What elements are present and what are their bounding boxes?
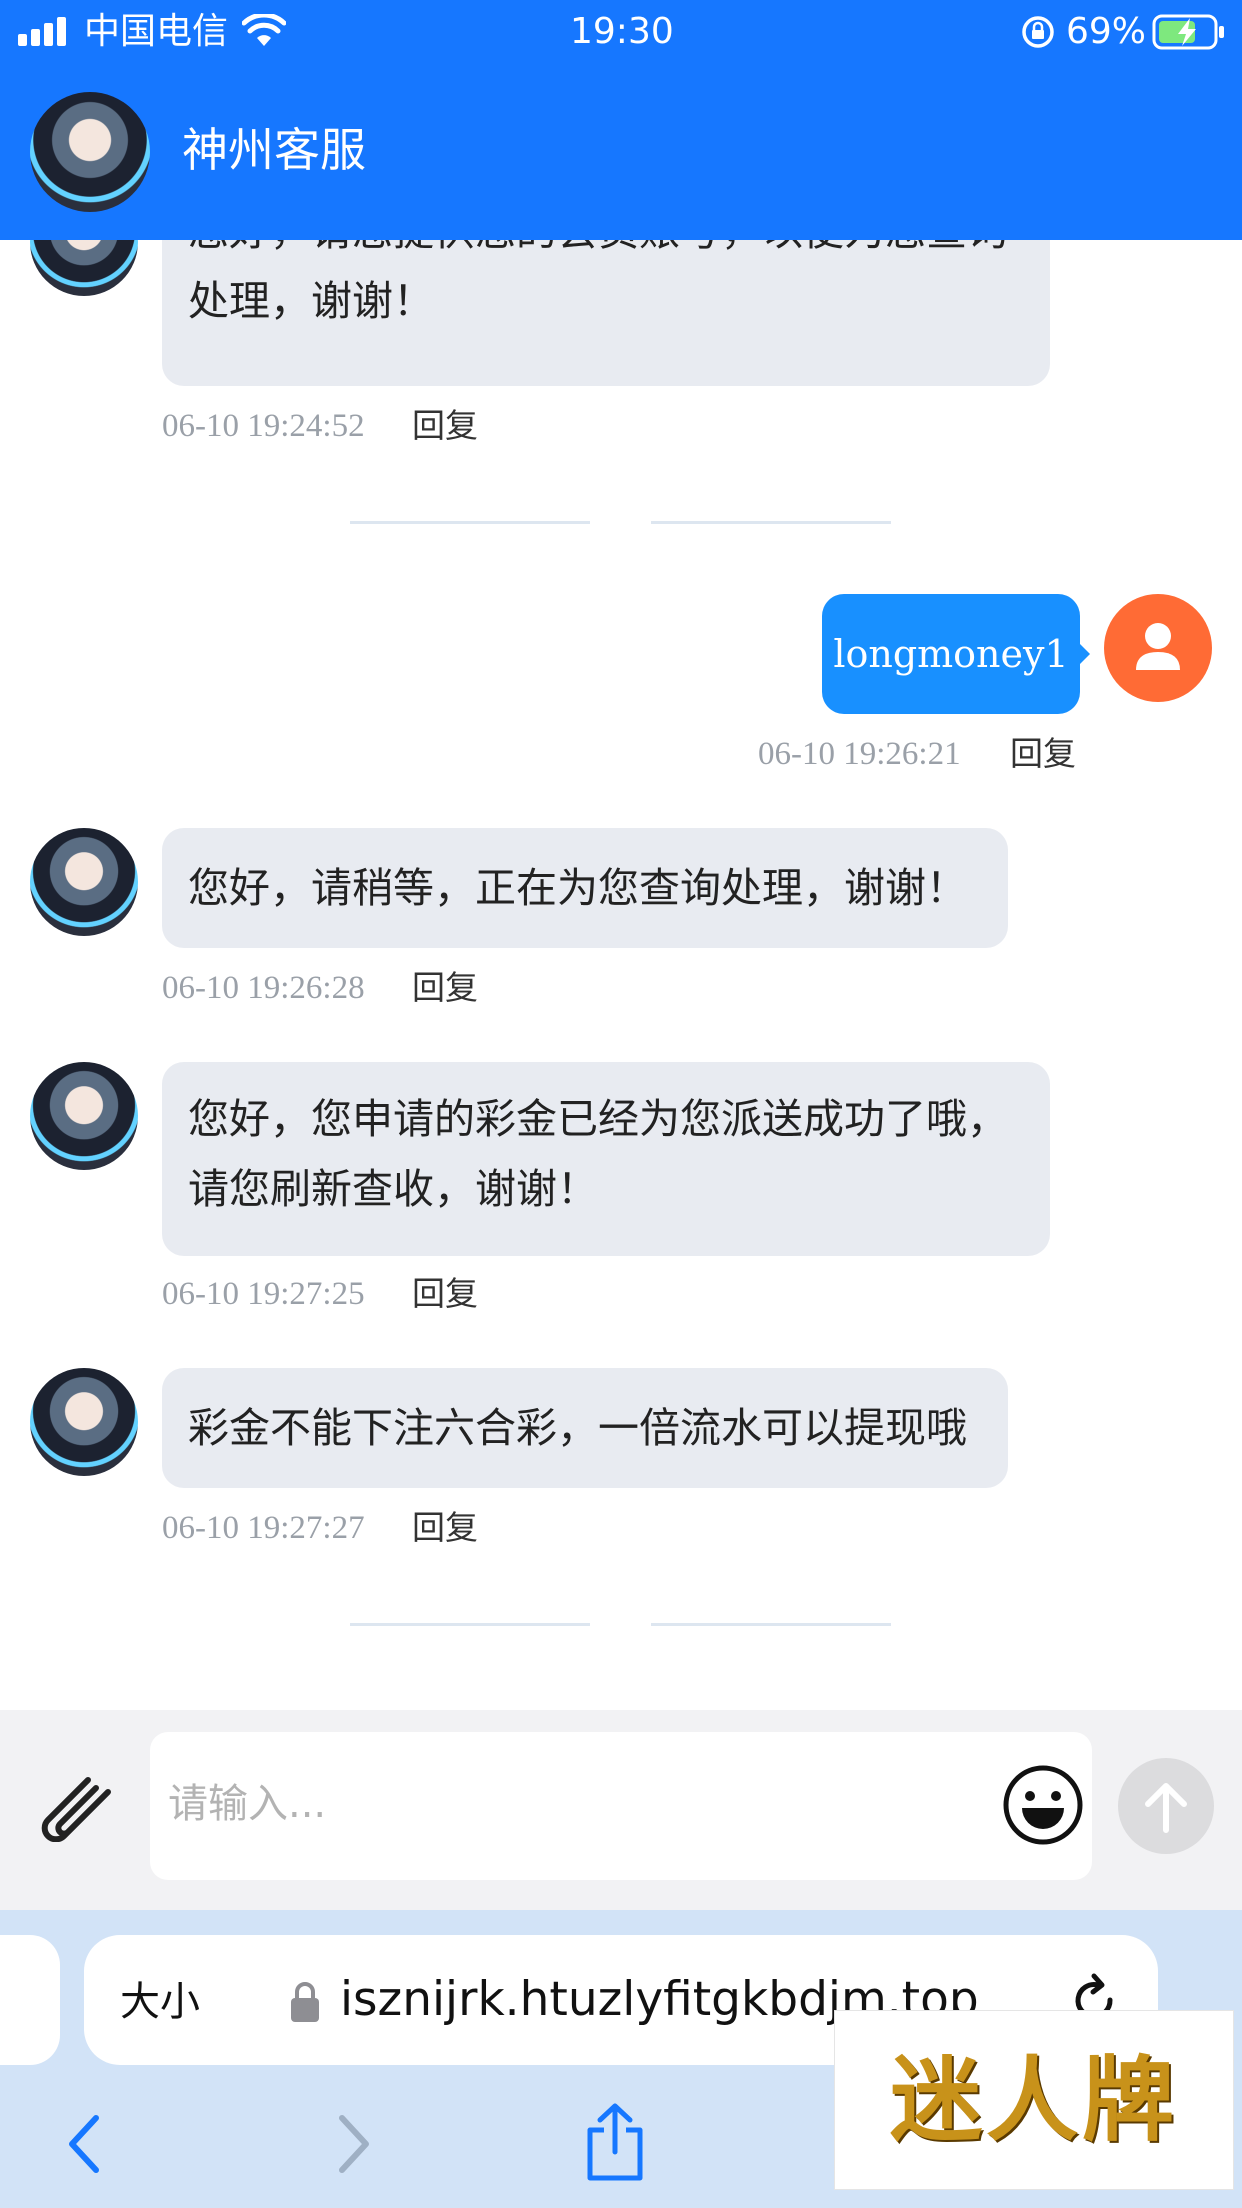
message-line: 您好，请稍等，正在为您查询处理，谢谢！ [188, 864, 967, 912]
agent-avatar [30, 828, 138, 936]
forward-icon[interactable] [332, 2112, 376, 2176]
message-timestamp: 06-10 19:26:28 [162, 970, 365, 1006]
message-line: 处理，谢谢！ [188, 277, 434, 325]
message-timestamp: 06-10 19:27:25 [162, 1276, 365, 1312]
divider [651, 521, 891, 524]
clock: 19:30 [570, 11, 674, 52]
reply-button[interactable]: 回复 [412, 1272, 478, 1316]
wifi-icon [242, 14, 286, 46]
battery-charging-icon [1152, 14, 1224, 50]
divider [651, 1623, 891, 1626]
message-timestamp: 06-10 19:24:52 [162, 408, 365, 444]
user-message-bubble: longmoney1 [822, 594, 1080, 714]
lock-icon [291, 1982, 319, 2022]
back-icon[interactable] [62, 2112, 106, 2176]
message-line: 彩金不能下注六合彩，一倍流水可以提现哦 [188, 1404, 967, 1452]
divider [350, 521, 590, 524]
message-input-placeholder: 请输入... [168, 1781, 327, 1827]
message-timestamp: 06-10 19:26:21 [758, 736, 961, 772]
chat-header: 神州客服 [0, 64, 1242, 240]
chat-area: 您好，请您提供您的会员账号，以便为您查询 处理，谢谢！ 06-10 19:24:… [0, 176, 1242, 1710]
signal-icon [18, 0, 68, 64]
battery-percent: 69% [1066, 11, 1147, 52]
bubble-tail [1078, 642, 1090, 666]
brand-watermark: 迷人牌 [834, 2010, 1234, 2190]
agent-avatar [30, 1368, 138, 1476]
agent-message-bubble: 您好，请稍等，正在为您查询处理，谢谢！ [162, 828, 1008, 948]
divider [350, 1623, 590, 1626]
attachment-icon[interactable] [34, 1770, 116, 1842]
reply-button[interactable]: 回复 [412, 404, 478, 448]
brand-logo-text: 迷人牌 [889, 2046, 1178, 2154]
agent-message-bubble: 彩金不能下注六合彩，一倍流水可以提现哦 [162, 1368, 1008, 1488]
message-line: 您好，您申请的彩金已经为您派送成功了哦， [188, 1095, 1008, 1143]
reply-button[interactable]: 回复 [1010, 732, 1076, 776]
message-text: longmoney1 [833, 632, 1069, 676]
agent-avatar [30, 1062, 138, 1170]
send-button[interactable] [1118, 1758, 1214, 1854]
reply-button[interactable]: 回复 [412, 966, 478, 1010]
orientation-lock-icon [1022, 16, 1054, 48]
user-icon [1136, 623, 1180, 670]
arrow-up-icon [1145, 1783, 1187, 1833]
carrier-label: 中国电信 [84, 11, 229, 52]
reply-button[interactable]: 回复 [412, 1506, 478, 1550]
message-line: 请您刷新查收，谢谢！ [188, 1165, 598, 1213]
emoji-icon[interactable] [1002, 1764, 1084, 1846]
text-size-button[interactable]: 大小 [120, 1972, 200, 2032]
agent-avatar [30, 92, 150, 212]
previous-tab[interactable] [0, 1935, 60, 2065]
status-bar: 中国电信 19:30 69% [0, 0, 1242, 64]
agent-message-bubble: 您好，您申请的彩金已经为您派送成功了哦， 请您刷新查收，谢谢！ [162, 1062, 1050, 1256]
message-timestamp: 06-10 19:27:27 [162, 1510, 365, 1546]
user-avatar [1104, 594, 1212, 702]
share-icon[interactable] [580, 2100, 650, 2184]
page-title: 神州客服 [182, 123, 366, 177]
